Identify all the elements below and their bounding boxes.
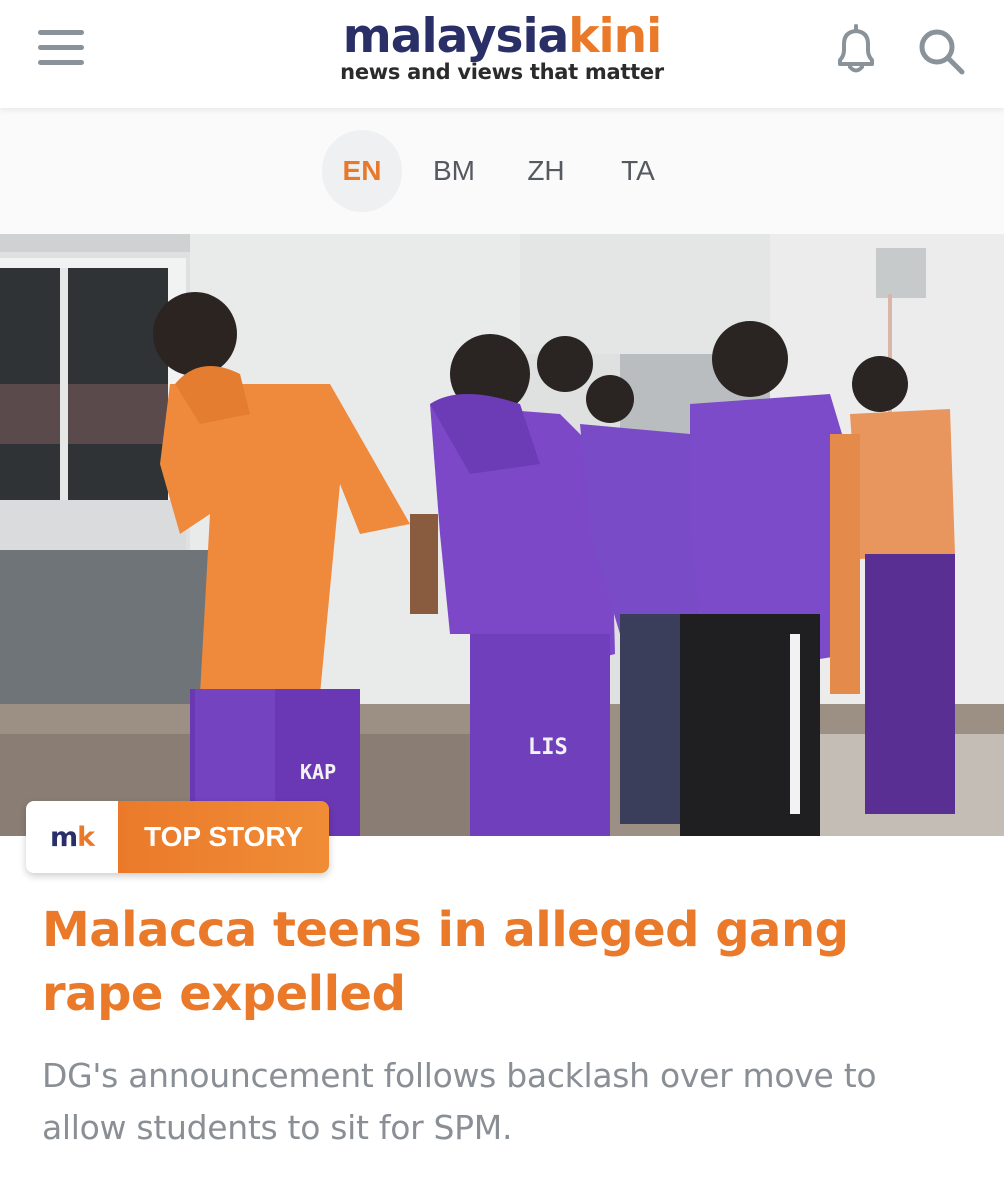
brand-name-main: malaysia <box>342 9 570 64</box>
hero-photo[interactable]: KAP LIS <box>0 234 1004 836</box>
mk-logo-icon: mk <box>26 801 118 873</box>
top-story-badge: mk TOP STORY <box>26 801 330 873</box>
article-headline[interactable]: Malacca teens in alleged gang rape expel… <box>42 898 942 1026</box>
shirt-text-lis: LIS <box>528 735 568 760</box>
bell-icon[interactable] <box>826 20 886 80</box>
search-icon[interactable] <box>912 22 972 82</box>
tab-language-ta[interactable]: TA <box>598 130 678 212</box>
tab-language-zh[interactable]: ZH <box>506 130 586 212</box>
tab-language-bm[interactable]: BM <box>414 130 494 212</box>
language-tabs: EN BM ZH TA <box>322 130 678 212</box>
badge-logo-m: m <box>49 821 78 853</box>
top-header: malaysiakini news and views that matter <box>0 0 1004 108</box>
shirt-text-kap: KAP <box>300 760 336 784</box>
language-bar: EN BM ZH TA <box>0 108 1004 234</box>
brand-name-accent: kini <box>568 9 662 64</box>
tab-language-en[interactable]: EN <box>322 130 402 212</box>
article-summary: DG's announcement follows backlash over … <box>42 1056 877 1147</box>
top-story-label: TOP STORY <box>118 801 330 873</box>
badge-logo-k: k <box>77 821 95 853</box>
